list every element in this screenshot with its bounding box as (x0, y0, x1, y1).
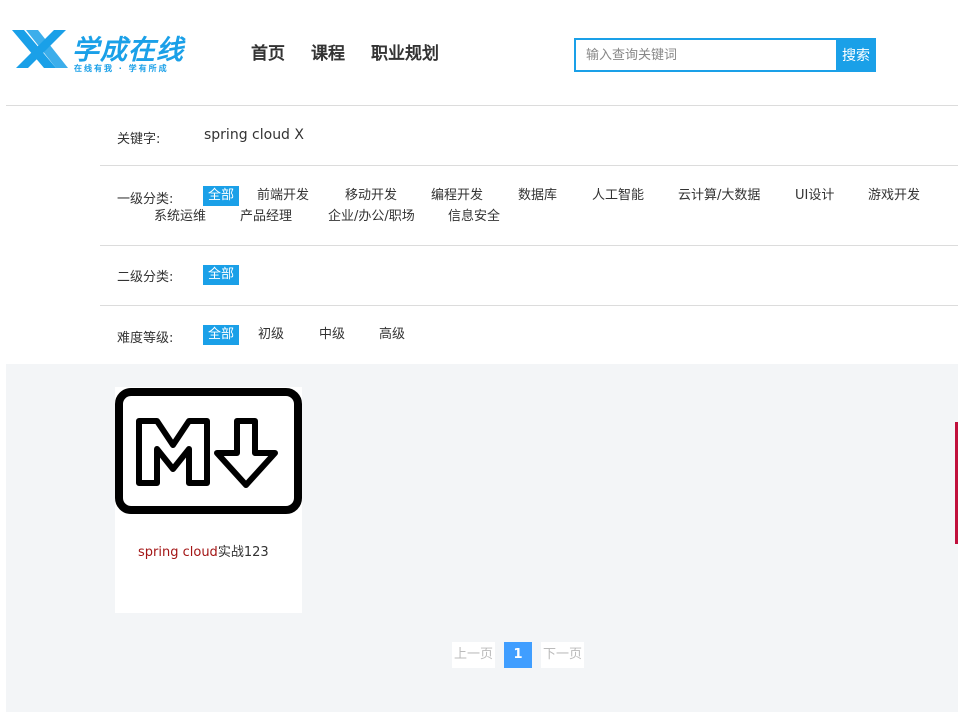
level-option[interactable]: 高级 (379, 325, 405, 345)
level-label: 难度等级: (117, 331, 174, 346)
logo[interactable]: 学成在线 在线有我 · 学有所成 (10, 26, 200, 76)
category1-option[interactable]: 信息安全 (448, 207, 500, 227)
level-option[interactable]: 初级 (258, 325, 284, 345)
category2-label: 二级分类: (117, 270, 174, 285)
search-box: 搜索 (574, 38, 878, 72)
category1-option[interactable]: 前端开发 (257, 186, 309, 206)
nav-career[interactable]: 职业规划 (371, 39, 439, 64)
level-row: 难度等级: 全部 初级 中级 高级 (100, 306, 958, 364)
search-input[interactable] (574, 38, 838, 72)
category1-label: 一级分类: (117, 192, 174, 207)
side-strip (955, 422, 958, 544)
prev-page-button[interactable]: 上一页 (452, 642, 496, 668)
main-nav: 首页 课程 职业规划 (251, 39, 439, 64)
logo-slogan: 在线有我 · 学有所成 (74, 64, 169, 73)
category1-row: 一级分类: 全部 前端开发 移动开发 编程开发 数据库 人工智能 云计算/大数据… (100, 166, 958, 246)
header: 学成在线 在线有我 · 学有所成 首页 课程 职业规划 搜索 (6, 6, 958, 106)
nav-home[interactable]: 首页 (251, 39, 285, 64)
logo-text: 学成在线 (72, 35, 184, 66)
course-title[interactable]: spring cloud实战123 (138, 541, 269, 560)
page-frame: 学成在线 在线有我 · 学有所成 首页 课程 职业规划 搜索 关键字: spri… (6, 6, 958, 712)
category1-option[interactable]: 游戏开发 (868, 186, 920, 206)
course-card[interactable]: spring cloud实战123 (115, 387, 302, 613)
category2-option-all[interactable]: 全部 (203, 265, 240, 285)
keyword-tag[interactable]: spring cloud X (204, 127, 304, 143)
keyword-row: 关键字: spring cloud X (100, 106, 958, 166)
nav-courses[interactable]: 课程 (311, 39, 345, 64)
level-option-all[interactable]: 全部 (203, 325, 240, 345)
category1-option[interactable]: 企业/办公/职场 (328, 207, 415, 227)
category1-option[interactable]: 系统运维 (154, 207, 206, 227)
course-title-rest: 实战123 (217, 545, 269, 560)
level-option[interactable]: 中级 (319, 325, 345, 345)
category1-option[interactable]: 编程开发 (431, 186, 483, 206)
course-title-highlight: spring cloud (138, 545, 218, 560)
page-number-1[interactable]: 1 (504, 642, 533, 668)
category1-option-all[interactable]: 全部 (203, 186, 240, 206)
pagination: 上一页 1 下一页 (452, 642, 585, 668)
markdown-logo-icon (115, 388, 302, 514)
category1-option[interactable]: 产品经理 (240, 207, 292, 227)
category1-option[interactable]: 数据库 (518, 186, 557, 206)
category1-option[interactable]: UI设计 (795, 186, 834, 206)
category1-option[interactable]: 云计算/大数据 (678, 186, 760, 206)
category1-option[interactable]: 移动开发 (345, 186, 397, 206)
category1-option[interactable]: 人工智能 (592, 186, 644, 206)
keyword-label: 关键字: (117, 132, 161, 147)
category2-row: 二级分类: 全部 (100, 246, 958, 306)
search-button[interactable]: 搜索 (836, 38, 876, 72)
next-page-button[interactable]: 下一页 (541, 642, 585, 668)
logo-x-icon (12, 30, 68, 68)
